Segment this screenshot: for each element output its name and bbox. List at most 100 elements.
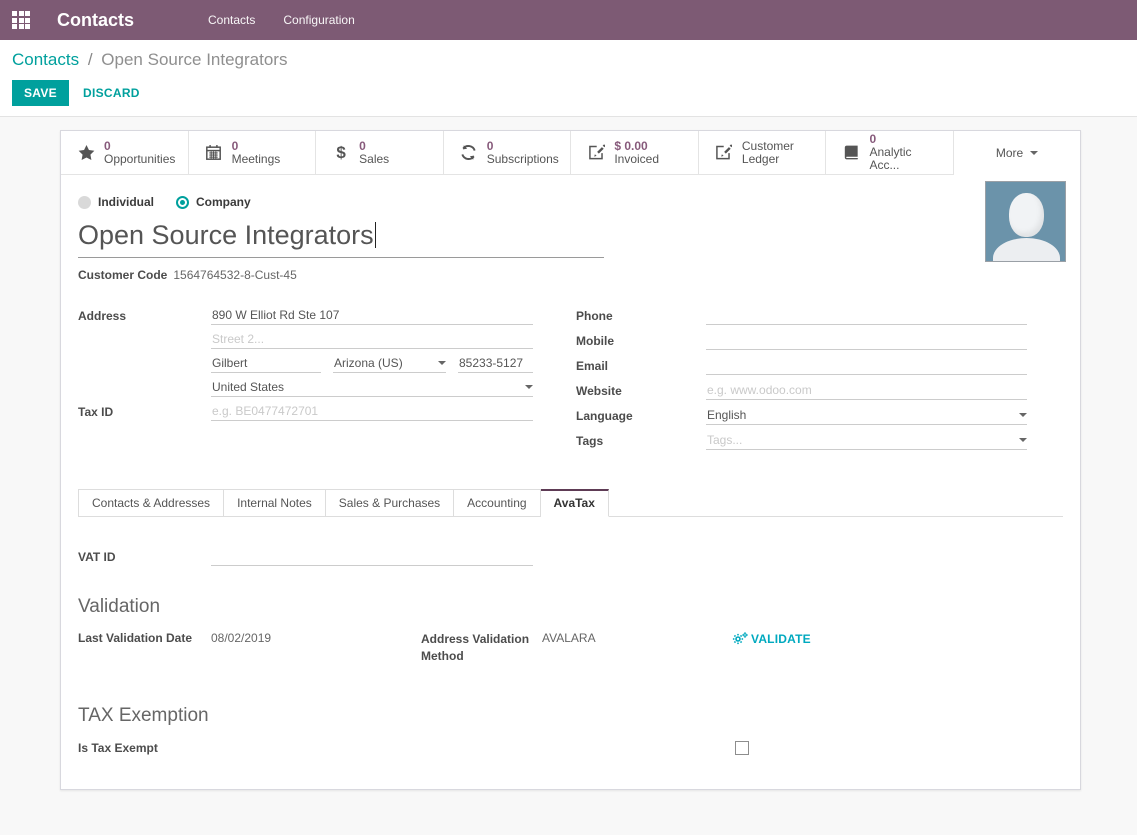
address-validation-method-label: Address Validation Method (421, 631, 541, 665)
language-value: English (707, 408, 746, 422)
field-group: Address 890 W Elliot Rd Ste 107 Street 2… (78, 308, 1063, 458)
avatar-silhouette-head (1009, 193, 1044, 237)
zip-input[interactable]: 85233-5127 (458, 356, 533, 373)
email-label: Email (576, 358, 706, 373)
stat-label: Meetings (232, 153, 281, 166)
radio-off-icon (78, 196, 91, 209)
stat-subscriptions-button[interactable]: 0 Subscriptions (444, 131, 572, 175)
customer-code-value: 1564764532-8-Cust-45 (173, 268, 296, 282)
tags-input[interactable]: Tags... (706, 433, 1027, 450)
tab-accounting[interactable]: Accounting (454, 489, 540, 517)
stat-label: Subscriptions (487, 153, 559, 166)
stat-opportunities-button[interactable]: 0 Opportunities (61, 131, 189, 175)
stat-label: Sales (359, 153, 389, 166)
street2-input[interactable]: Street 2... (211, 332, 533, 349)
customer-code-row: Customer Code 1564764532-8-Cust-45 (78, 268, 1063, 282)
radio-individual[interactable]: Individual (78, 195, 154, 209)
chevron-down-icon (1019, 413, 1027, 417)
radio-company-label: Company (196, 195, 251, 209)
control-panel: Contacts / Open Source Integrators SAVE … (0, 40, 1137, 117)
is-tax-exempt-checkbox[interactable] (735, 741, 749, 755)
stat-label: Invoiced (614, 153, 659, 166)
left-column: Address 890 W Elliot Rd Ste 107 Street 2… (78, 308, 533, 458)
name-input[interactable]: Open Source Integrators (78, 220, 604, 258)
gears-icon (732, 631, 749, 646)
text-cursor (375, 222, 376, 248)
chevron-down-icon (1030, 151, 1038, 155)
stat-sales-button[interactable]: $ 0 Sales (316, 131, 444, 175)
avatar[interactable] (985, 181, 1066, 262)
tax-exempt-row: Is Tax Exempt (78, 740, 1063, 755)
street-input[interactable]: 890 W Elliot Rd Ste 107 (211, 308, 533, 325)
customer-code-label: Customer Code (78, 268, 167, 282)
stat-invoiced-button[interactable]: $ 0.00 Invoiced (571, 131, 699, 175)
tax-id-input[interactable]: e.g. BE0477472701 (211, 404, 533, 421)
tags-label: Tags (576, 433, 706, 448)
edit-icon (715, 144, 733, 161)
radio-on-icon (176, 196, 189, 209)
tax-exemption-section-title: TAX Exemption (78, 705, 1063, 727)
country-select[interactable]: United States (211, 380, 533, 397)
phone-label: Phone (576, 308, 706, 323)
stat-value: $ 0.00 (614, 140, 659, 153)
menu-configuration[interactable]: Configuration (283, 13, 354, 27)
stat-value: 0 (359, 140, 389, 153)
apps-grid-icon[interactable] (12, 11, 30, 29)
stat-value: 0 (487, 140, 559, 153)
website-label: Website (576, 383, 706, 398)
avatax-tab-content: VAT ID Validation Last Validation Date 0… (78, 517, 1063, 755)
contact-form-sheet: 0 Opportunities 0 Meetings $ 0 Sales (60, 130, 1081, 790)
is-tax-exempt-label: Is Tax Exempt (78, 740, 735, 755)
breadcrumb-current: Open Source Integrators (101, 50, 287, 69)
more-button[interactable]: More (954, 131, 1080, 175)
last-validation-date-label: Last Validation Date (78, 631, 211, 645)
state-value: Arizona (US) (334, 356, 403, 370)
chevron-down-icon (1019, 438, 1027, 442)
stat-customer-ledger-button[interactable]: Customer Ledger (699, 131, 827, 175)
stat-value: 0 (232, 140, 281, 153)
chevron-down-icon (525, 385, 533, 389)
website-input[interactable]: e.g. www.odoo.com (706, 383, 1027, 400)
discard-button[interactable]: DISCARD (83, 86, 140, 100)
validate-button[interactable]: VALIDATE (732, 631, 811, 646)
tags-placeholder: Tags... (707, 433, 742, 447)
language-select[interactable]: English (706, 408, 1027, 425)
tab-avatax[interactable]: AvaTax (541, 489, 609, 517)
stat-label: Customer Ledger (742, 140, 806, 166)
email-input[interactable] (706, 358, 1027, 375)
radio-individual-label: Individual (98, 195, 154, 209)
address-label: Address (78, 308, 211, 323)
menu-contacts[interactable]: Contacts (208, 13, 255, 27)
dollar-icon: $ (332, 144, 350, 161)
breadcrumb-separator: / (88, 50, 93, 69)
save-button[interactable]: SAVE (12, 80, 69, 106)
refresh-icon (460, 144, 478, 161)
tab-internal-notes[interactable]: Internal Notes (224, 489, 326, 517)
tab-contacts-addresses[interactable]: Contacts & Addresses (78, 489, 224, 517)
mobile-input[interactable] (706, 333, 1027, 350)
right-column: Phone Mobile Email Website e.g. www.odoo… (576, 308, 1027, 458)
phone-input[interactable] (706, 308, 1027, 325)
address-validation-method-value: AVALARA (541, 631, 732, 645)
stat-analytic-accounts-button[interactable]: 0 Analytic Acc... (826, 131, 954, 175)
last-validation-date-value: 08/02/2019 (211, 631, 421, 645)
stat-meetings-button[interactable]: 0 Meetings (189, 131, 317, 175)
state-select[interactable]: Arizona (US) (333, 356, 446, 373)
vat-id-input[interactable] (211, 549, 533, 566)
more-button-label: More (996, 146, 1023, 160)
validation-section-title: Validation (78, 596, 1063, 618)
form-body: Individual Company Open Source Integrato… (61, 175, 1080, 755)
breadcrumb-parent-link[interactable]: Contacts (12, 50, 79, 69)
book-icon (842, 144, 860, 161)
stat-label: Analytic Acc... (869, 146, 943, 172)
radio-company[interactable]: Company (176, 195, 251, 209)
edit-icon (587, 144, 605, 161)
calendar-icon (205, 144, 223, 161)
mobile-label: Mobile (576, 333, 706, 348)
top-menu: Contacts Configuration (208, 13, 355, 27)
tab-sales-purchases[interactable]: Sales & Purchases (326, 489, 454, 517)
city-input[interactable]: Gilbert (211, 356, 321, 373)
top-nav-bar: Contacts Contacts Configuration (0, 0, 1137, 40)
company-type-radio-group: Individual Company (78, 195, 1063, 209)
validation-row: Last Validation Date 08/02/2019 Address … (78, 631, 1063, 665)
